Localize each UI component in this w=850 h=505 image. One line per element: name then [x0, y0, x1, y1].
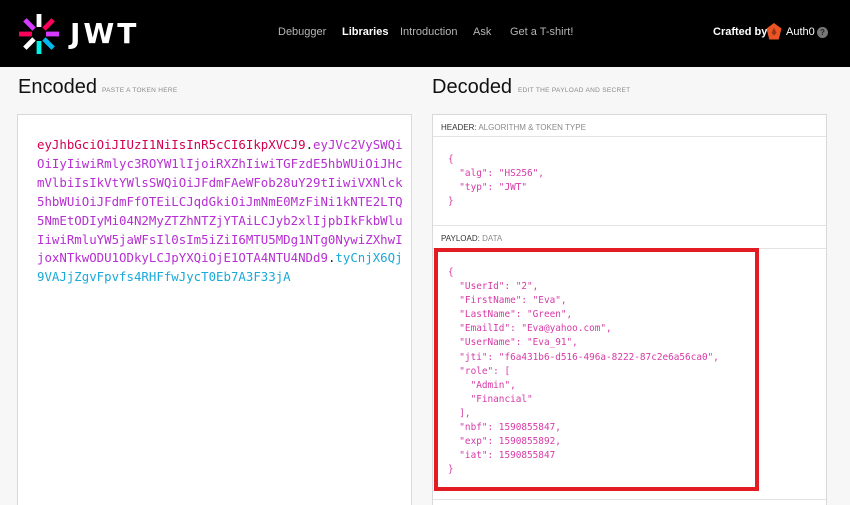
auth0-link[interactable]: Auth0 — [786, 26, 815, 38]
encoded-title: Encoded — [18, 76, 97, 98]
json-line[interactable]: "typ": "JWT" — [448, 181, 544, 195]
payload-sublabel: DATA — [482, 234, 503, 243]
encoded-subtitle: PASTE A TOKEN HERE — [102, 87, 178, 94]
json-line[interactable]: "alg": "HS256", — [448, 167, 544, 181]
payload-highlight-box — [434, 248, 759, 491]
token-separator: . — [305, 137, 314, 152]
nav-item-ask[interactable]: Ask — [473, 26, 491, 38]
divider — [433, 225, 826, 226]
top-navigation-bar: JWT Debugger Libraries Introduction Ask … — [0, 0, 850, 67]
brand-name[interactable]: JWT — [70, 17, 139, 50]
nav-item-debugger[interactable]: Debugger — [278, 26, 326, 38]
token-header-part: eyJhbGciOiJIUzI1NiIsInR5cCI6IkpXVCJ9 — [37, 137, 306, 152]
nav-item-introduction[interactable]: Introduction — [400, 26, 457, 38]
header-label: HEADER: — [441, 123, 477, 132]
jwt-logo-icon[interactable] — [18, 13, 60, 55]
header-section-label: HEADER: ALGORITHM & TOKEN TYPE — [441, 123, 586, 132]
header-sublabel: ALGORITHM & TOKEN TYPE — [478, 123, 586, 132]
auth0-logo-icon[interactable] — [766, 23, 782, 40]
divider — [433, 136, 826, 137]
json-line[interactable]: } — [448, 195, 544, 209]
token-payload-part: eyJVc2VySWQiOiIyIiwiRmlyc3ROYW1lIjoiRXZh… — [37, 137, 403, 266]
nav-item-get-a-tshirt[interactable]: Get a T-shirt! — [510, 26, 573, 38]
payload-label: PAYLOAD: — [441, 234, 480, 243]
decoded-subtitle: EDIT THE PAYLOAD AND SECRET — [518, 87, 631, 94]
nav-item-libraries[interactable]: Libraries — [342, 26, 388, 38]
crafted-by-label: Crafted by — [713, 26, 768, 38]
json-line[interactable]: { — [448, 153, 544, 167]
payload-section-label: PAYLOAD: DATA — [441, 234, 502, 243]
info-icon[interactable]: ? — [817, 27, 828, 38]
header-json-editor[interactable]: { "alg": "HS256", "typ": "JWT"} — [448, 153, 544, 209]
encoded-token-text[interactable]: eyJhbGciOiJIUzI1NiIsInR5cCI6IkpXVCJ9.eyJ… — [37, 136, 407, 287]
divider — [433, 499, 826, 500]
encoded-token-input[interactable]: eyJhbGciOiJIUzI1NiIsInR5cCI6IkpXVCJ9.eyJ… — [17, 114, 412, 505]
decoded-title: Decoded — [432, 76, 513, 98]
